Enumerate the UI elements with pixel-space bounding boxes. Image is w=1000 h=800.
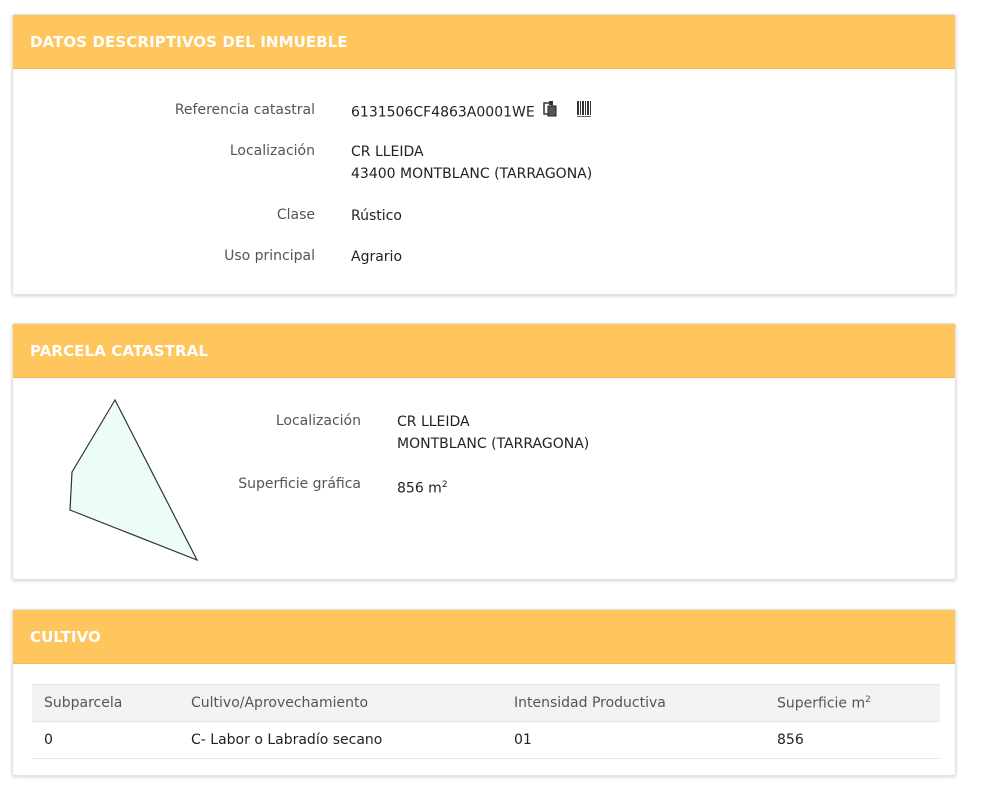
col-superficie-exp: 2 [865, 694, 871, 705]
cell-subparcela: 0 [32, 721, 179, 759]
col-superficie-text: Superficie m [777, 695, 866, 712]
panel-title-parcela: PARCELA CATASTRAL [13, 324, 955, 378]
label-referencia: Referencia catastral [174, 102, 315, 118]
label-superficie: Superficie gráfica [238, 476, 361, 492]
label-uso: Uso principal [224, 248, 315, 264]
label-clase: Clase [276, 207, 315, 223]
cultivo-table: Subparcela Cultivo/Aprovechamiento Inten… [32, 684, 940, 759]
cell-intensidad: 01 [502, 721, 765, 759]
panel-cultivo: CULTIVO Subparcela Cultivo/Aprovechamien… [12, 609, 956, 776]
label-localizacion: Localización [229, 143, 315, 159]
panel-title-inmueble: DATOS DESCRIPTIVOS DEL INMUEBLE [13, 15, 955, 69]
panel-parcela: PARCELA CATASTRAL Localización CR LLEIDA… [12, 323, 956, 580]
value-referencia: 6131506CF4863A0001WE [351, 100, 592, 125]
label-parcela-localizacion: Localización [275, 413, 361, 429]
panel-title-cultivo: CULTIVO [13, 610, 955, 664]
localizacion-line1: CR LLEIDA [351, 144, 424, 160]
col-intensidad: Intensidad Productiva [502, 684, 765, 722]
value-superficie: 856 m2 [397, 474, 448, 500]
col-superficie: Superficie m2 [765, 684, 940, 722]
barcode-icon[interactable] [576, 100, 592, 125]
cell-cultivo: C- Labor o Labradío secano [179, 721, 502, 759]
parcela-shape [69, 398, 199, 562]
parcela-localizacion-line2: MONTBLANC (TARRAGONA) [397, 436, 590, 452]
referencia-text: 6131506CF4863A0001WE [351, 104, 535, 121]
table-header-row: Subparcela Cultivo/Aprovechamiento Inten… [32, 684, 940, 722]
panel-datos-inmueble: DATOS DESCRIPTIVOS DEL INMUEBLE Referenc… [12, 14, 956, 295]
superficie-exp: 2 [441, 480, 448, 490]
value-localizacion: CR LLEIDA 43400 MONTBLANC (TARRAGONA) [351, 141, 592, 185]
localizacion-line2: 43400 MONTBLANC (TARRAGONA) [351, 166, 593, 182]
parcela-localizacion-line1: CR LLEIDA [397, 414, 470, 430]
value-uso: Agrario [351, 249, 403, 265]
table-row: 0 C- Labor o Labradío secano 01 856 [32, 721, 940, 759]
cell-superficie: 856 [765, 721, 940, 759]
copy-icon[interactable] [543, 101, 559, 124]
value-parcela-localizacion: CR LLEIDA MONTBLANC (TARRAGONA) [397, 411, 589, 455]
value-clase: Rústico [351, 208, 402, 224]
superficie-text: 856 m [397, 480, 442, 497]
col-cultivo: Cultivo/Aprovechamiento [179, 684, 502, 722]
col-subparcela: Subparcela [32, 684, 179, 722]
